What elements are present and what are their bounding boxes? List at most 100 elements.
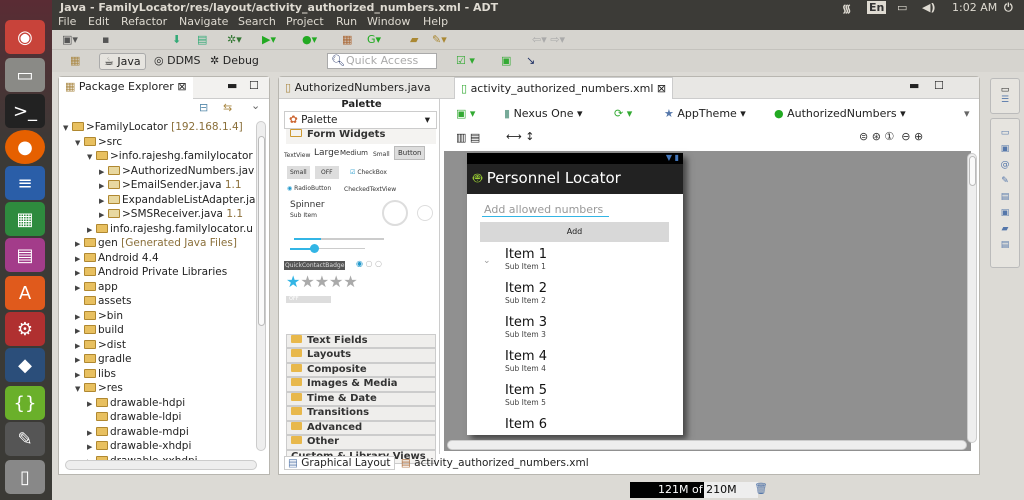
ubuntu-dash-icon[interactable]: ◉	[5, 20, 45, 54]
tree-item[interactable]: ▶ >dist	[63, 339, 255, 354]
vertical-scrollbar[interactable]	[256, 121, 266, 451]
palette-category[interactable]: Layouts	[286, 348, 436, 363]
zoom-controls[interactable]: ⊜ ⊛ ① ⊖ ⊕	[859, 130, 923, 143]
list-item[interactable]: Item 1 Sub Item 1	[505, 247, 547, 271]
trash-icon[interactable]: ▯	[5, 460, 45, 494]
add-button[interactable]: Add	[480, 222, 669, 242]
collapse-all-icon[interactable]: ⊟	[199, 101, 208, 114]
quick-access-input[interactable]: 🔍︎ Quick Access	[327, 53, 437, 69]
expand-arrow-icon[interactable]: ▼	[75, 385, 84, 393]
garbage-collect-icon[interactable]: 🗑︎	[754, 482, 768, 495]
menu-file[interactable]: File	[58, 15, 76, 28]
tab-activity-xml[interactable]: ▯ activity_authorized_numbers.xml ⊠	[454, 77, 674, 99]
files-icon[interactable]: ▭	[5, 58, 45, 92]
expand-arrow-icon[interactable]: ▶	[99, 197, 108, 205]
heap-status[interactable]: 121M of 210M	[630, 482, 758, 498]
impress-icon[interactable]: ▤	[5, 238, 45, 272]
expand-arrow-icon[interactable]: ▶	[99, 211, 108, 219]
tab-authorized-numbers-java[interactable]: ▯ AuthorizedNumbers.java	[279, 77, 437, 99]
checkbox-task-icon[interactable]: ☑ ▾	[452, 53, 479, 70]
widget-switch[interactable]: OFF	[286, 295, 331, 303]
expand-arrow-icon[interactable]: ▶	[87, 226, 96, 234]
widget-quickcontactbadge[interactable]: QuickContactBadge	[284, 260, 346, 270]
perspective-debug[interactable]: ✲ Debug	[206, 53, 263, 70]
list-item[interactable]: Item 5 Sub Item 5	[505, 383, 547, 407]
mysql-icon[interactable]: ◆	[5, 348, 45, 382]
terminal-icon[interactable]: >_	[5, 94, 45, 128]
category-form-widgets[interactable]: Form Widgets	[286, 129, 436, 144]
expand-arrow-icon[interactable]: ▶	[75, 255, 84, 263]
restore-views-button[interactable]: ▭ ▣ @ ✎ ▤ ▣ ▰ ▤	[990, 118, 1020, 268]
open-perspective-icon[interactable]: ▦	[66, 53, 84, 70]
eclipse-adt-icon[interactable]: {}	[5, 386, 45, 420]
new-class-icon[interactable]: G▾	[367, 33, 381, 46]
widget-small[interactable]: Small	[373, 151, 390, 158]
firefox-icon[interactable]: ●	[5, 130, 45, 164]
widget-checkedtextview[interactable]: CheckedTextView	[344, 186, 396, 193]
menu-help[interactable]: Help	[423, 15, 448, 28]
battery-icon[interactable]: ▭	[897, 1, 907, 14]
tree-item[interactable]: drawable-ldpi	[63, 411, 255, 426]
menu-refactor[interactable]: Refactor	[121, 15, 167, 28]
tree-item[interactable]: ▶ >bin	[63, 310, 255, 325]
search-tool-icon[interactable]: ✎▾	[432, 33, 447, 46]
save-icon[interactable]: ▪	[102, 33, 109, 46]
menu-navigate[interactable]: Navigate	[179, 15, 228, 28]
tab-package-explorer[interactable]: ▦ Package Explorer ⊠	[59, 77, 193, 99]
widget-toggle[interactable]: OFF	[315, 165, 339, 179]
expand-arrow-icon[interactable]: ▶	[75, 313, 84, 321]
expand-arrow-icon[interactable]: ▶	[75, 269, 84, 277]
list-item[interactable]: Item 4 Sub Item 4	[505, 349, 547, 373]
activity-dropdown[interactable]: ● AuthorizedNumbers ▾	[774, 107, 906, 120]
more-dropdown[interactable]: ▾	[964, 107, 970, 120]
tree-item[interactable]: ▼ >src	[63, 136, 255, 151]
writer-icon[interactable]: ≡	[5, 166, 45, 200]
canvas-vscrollbar[interactable]	[967, 153, 977, 443]
radio-group[interactable]: ◉ ○ ○	[356, 259, 382, 268]
expand-arrow-icon[interactable]: ▶	[75, 327, 84, 335]
tree-item[interactable]: assets	[63, 295, 255, 310]
seekbar[interactable]	[290, 243, 365, 253]
power-icon[interactable]: ⏻	[1004, 1, 1013, 15]
palette-dropdown[interactable]: ✿ Palette ▾	[284, 111, 437, 129]
volume-icon[interactable]: ◀)	[922, 1, 936, 14]
expand-arrow-icon[interactable]: ▼	[75, 139, 84, 147]
menu-run[interactable]: Run	[336, 15, 357, 28]
keyboard-indicator[interactable]: En	[867, 1, 887, 14]
tree-item[interactable]: ▶ >SMSReceiver.java 1.1	[63, 208, 255, 223]
expand-arrow-icon[interactable]: ▼	[63, 124, 72, 132]
settings-icon[interactable]: ⚙	[5, 312, 45, 346]
view-menu-icon[interactable]: ⌄	[251, 99, 260, 112]
restore-outline-button[interactable]: ▭ ☰	[990, 78, 1020, 114]
menu-window[interactable]: Window	[367, 15, 410, 28]
tree-item[interactable]: ▼ >FamilyLocator [192.168.1.4]	[63, 121, 255, 136]
tree-item[interactable]: ▶ info.rajeshg.familylocator.u	[63, 223, 255, 238]
minimize-icon[interactable]: ▬	[909, 79, 919, 92]
new-android-project-icon[interactable]: ▣	[497, 53, 515, 70]
close-icon[interactable]: ⊠	[657, 82, 666, 95]
widget-small-button[interactable]: Small	[287, 165, 310, 179]
widget-spinner[interactable]: Spinner	[290, 200, 325, 210]
minimize-icon[interactable]: ▬	[227, 79, 237, 92]
debug-icon[interactable]: ✲▾	[227, 33, 242, 46]
palette-category[interactable]: Images & Media	[286, 377, 436, 392]
expand-arrow-icon[interactable]: ▶	[87, 429, 96, 437]
expand-arrow-icon[interactable]: ▶	[75, 356, 84, 364]
run-external-icon[interactable]: ●▾	[302, 33, 317, 46]
tree-item[interactable]: ▶ libs	[63, 368, 255, 383]
expand-arrow-icon[interactable]: ▶	[87, 443, 96, 451]
expand-arrow-icon[interactable]: ▶	[99, 182, 108, 190]
widget-medium[interactable]: Medium	[340, 149, 368, 157]
new-package-icon[interactable]: ▦	[342, 33, 352, 46]
tree-item[interactable]: ▶ >EmailSender.java 1.1	[63, 179, 255, 194]
expand-arrow-icon[interactable]: ▶	[75, 240, 84, 248]
widget-button[interactable]: Button	[394, 145, 426, 160]
tab-graphical-layout[interactable]: ▤ Graphical Layout	[284, 456, 395, 470]
tree-item[interactable]: ▶ drawable-xhdpi	[63, 440, 255, 455]
maximize-icon[interactable]: ☐	[934, 79, 944, 92]
run-icon[interactable]: ▶▾	[262, 33, 276, 46]
close-icon[interactable]: ⊠	[177, 80, 186, 93]
open-type-icon[interactable]: ▰	[410, 33, 418, 46]
palette-category[interactable]: Advanced	[286, 420, 436, 435]
tree-item[interactable]: ▼ >res	[63, 382, 255, 397]
